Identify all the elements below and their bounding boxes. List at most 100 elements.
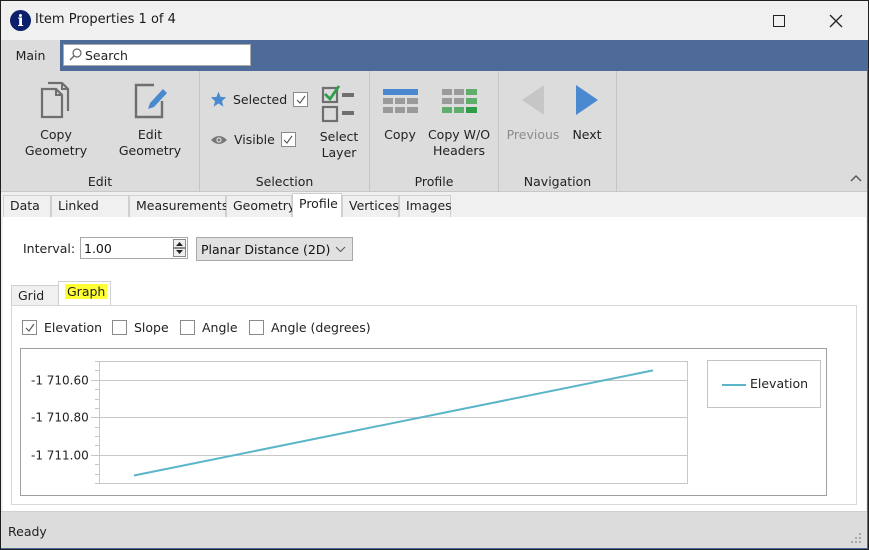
search-placeholder: Search [85, 48, 128, 63]
elevation-toggle[interactable]: Elevation [22, 320, 102, 335]
tab-linked-data[interactable]: Linked Data [51, 195, 129, 233]
ribbon-group-profile: Copy Copy W/O Headers Profile [370, 71, 499, 192]
selected-label: Selected [233, 91, 288, 107]
tab-geometry[interactable]: Geometry [226, 195, 295, 217]
table-green-icon [442, 89, 477, 113]
profile-panel: Interval: 1.00 Planar Distance (2D) Grid… [3, 217, 866, 511]
ribbon-group-selection: Selected Visible Select Layer Selection [200, 71, 370, 192]
legend-swatch-elevation [722, 384, 746, 386]
selected-checkbox[interactable] [293, 91, 309, 107]
search-input[interactable]: Search [63, 44, 251, 66]
copy-label: Copy [384, 127, 416, 142]
chart-series [133, 369, 654, 477]
ribbon-group-edit: Copy Geometry Edit Geometry Edit [1, 71, 200, 192]
slope-toggle[interactable]: Slope [112, 320, 169, 335]
edit-geometry-button[interactable]: Edit Geometry [107, 79, 193, 159]
tab-graph[interactable]: Graph [58, 281, 111, 307]
ribbon-group-navigation: Previous Next Navigation [499, 71, 617, 192]
ribbon-tab-main[interactable]: Main [1, 40, 60, 71]
close-button[interactable] [813, 1, 859, 40]
angle-checkbox[interactable] [180, 320, 195, 335]
visible-label: Visible [234, 132, 275, 147]
chart-y-tick-labels: -1 710.60 -1 710.80 -1 711.00 [31, 374, 89, 463]
group-label-profile: Profile [414, 174, 454, 189]
chart-ticks [91, 361, 99, 484]
interval-stepper[interactable]: 1.00 [80, 237, 188, 259]
maximize-button[interactable] [756, 1, 802, 40]
copy-without-headers-label-line1: Copy W/O [427, 127, 491, 142]
previous-button[interactable]: Previous [505, 79, 561, 143]
copy-without-headers-button[interactable]: Copy W/O Headers [426, 79, 492, 159]
arrow-left-icon [522, 85, 544, 115]
search-icon [69, 48, 82, 61]
angle-degrees-checkbox[interactable] [249, 320, 264, 335]
tab-images[interactable]: Images [399, 195, 452, 217]
legend-label-elevation: Elevation [750, 376, 809, 391]
spin-arrows-icon[interactable] [173, 239, 186, 257]
select-layer-button[interactable]: Select Layer [314, 83, 364, 161]
table-header-icon [383, 89, 418, 113]
selected-toggle[interactable]: Selected [210, 91, 309, 107]
chart-legend: Elevation [707, 360, 821, 408]
star-icon [210, 91, 227, 107]
elevation-checkbox[interactable] [22, 320, 37, 335]
y-tick-label: -1 711.00 [31, 449, 89, 463]
next-label: Next [572, 127, 602, 142]
copy-geometry-label: Copy Geometry [24, 127, 88, 158]
chart-gridlines [99, 380, 687, 456]
arrow-right-icon [576, 85, 598, 115]
copy-geometry-button[interactable]: Copy Geometry [9, 79, 103, 159]
distance-mode-value: Planar Distance (2D) [201, 242, 331, 257]
tab-vertices[interactable]: Vertices [342, 195, 399, 217]
series-line-elevation [133, 369, 654, 477]
status-text: Ready [8, 524, 47, 539]
interval-label: Interval: [23, 241, 76, 256]
group-label-navigation: Navigation [523, 174, 592, 189]
close-icon [829, 14, 843, 27]
resize-grip-icon[interactable] [850, 532, 862, 544]
group-label-selection: Selection [255, 174, 314, 189]
window-title: Item Properties 1 of 4 [35, 12, 176, 27]
chart-svg: -1 710.60 -1 710.80 -1 711.00 [31, 361, 688, 484]
select-layer-label-line2: Layer [321, 145, 357, 160]
angle-degrees-label: Angle (degrees) [271, 320, 371, 335]
elevation-chart: -1 710.60 -1 710.80 -1 711.00 Elevation [20, 348, 827, 496]
y-tick-label: -1 710.80 [31, 411, 89, 425]
page-tabs: Data Linked Data Measurements Geometry P… [1, 193, 868, 233]
tab-measurements[interactable]: Measurements [129, 195, 228, 217]
copy-without-headers-label-line2: Headers [432, 143, 486, 158]
visible-toggle[interactable]: Visible [210, 132, 296, 147]
visible-checkbox[interactable] [280, 132, 296, 147]
elevation-label: Elevation [44, 320, 103, 335]
info-icon: i [10, 10, 31, 31]
edit-pencil-icon [134, 83, 167, 119]
previous-label: Previous [506, 127, 560, 142]
ribbon-tab-strip: Main Search [1, 40, 868, 71]
ribbon: Copy Geometry Edit Geometry Edit Selecte… [1, 71, 868, 192]
collapse-ribbon-button[interactable] [850, 171, 862, 185]
slope-checkbox[interactable] [112, 320, 127, 335]
group-label-edit: Edit [87, 174, 113, 189]
tab-profile[interactable]: Profile [292, 193, 342, 217]
checklist-icon [321, 85, 354, 123]
copy-button[interactable]: Copy [378, 79, 422, 143]
tab-grid[interactable]: Grid [11, 285, 59, 307]
copy-pages-icon [40, 81, 70, 119]
interval-value: 1.00 [84, 241, 112, 256]
title-bar: i Item Properties 1 of 4 [1, 1, 868, 40]
slope-label: Slope [134, 320, 169, 335]
edit-geometry-label: Edit Geometry [118, 127, 182, 158]
eye-icon [211, 135, 227, 144]
distance-mode-select[interactable]: Planar Distance (2D) [196, 237, 353, 261]
tab-graph-label: Graph [65, 284, 108, 299]
angle-label: Angle [202, 320, 238, 335]
next-button[interactable]: Next [565, 79, 609, 143]
chevron-up-icon [850, 175, 862, 182]
angle-toggle[interactable]: Angle [180, 320, 238, 335]
tab-data[interactable]: Data [3, 195, 51, 217]
select-layer-label-line1: Select [319, 129, 359, 144]
chevron-down-icon [335, 246, 346, 253]
graph-panel: Elevation Slope Angle Angle (degrees) -1… [11, 305, 857, 505]
angle-degrees-toggle[interactable]: Angle (degrees) [249, 320, 371, 335]
y-tick-label: -1 710.60 [31, 374, 89, 388]
